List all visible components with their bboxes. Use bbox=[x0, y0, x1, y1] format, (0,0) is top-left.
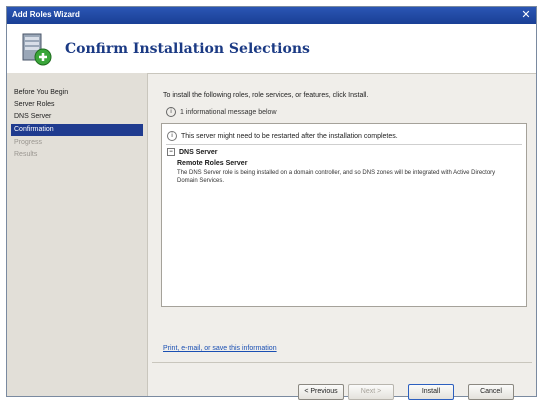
close-button[interactable]: ✕ bbox=[519, 8, 533, 22]
window-title: Add Roles Wizard bbox=[12, 10, 80, 19]
wizard-step-list: Before You Begin Server Roles DNS Server… bbox=[7, 73, 148, 396]
feature-description: The DNS Server role is being installed o… bbox=[177, 170, 496, 184]
role-title-text: DNS Server bbox=[179, 148, 218, 156]
wizard-header: Confirm Installation Selections bbox=[7, 24, 536, 74]
selection-summary-box[interactable]: i This server might need to be restarted … bbox=[161, 123, 527, 307]
install-button[interactable]: Install bbox=[408, 384, 454, 400]
cancel-button[interactable]: Cancel bbox=[468, 384, 514, 400]
intro-text: To install the following roles, role ser… bbox=[163, 92, 369, 99]
step-progress: Progress bbox=[14, 139, 43, 146]
feature-name: Remote Roles Server bbox=[177, 160, 248, 167]
step-dns-server[interactable]: DNS Server bbox=[11, 111, 143, 123]
previous-button[interactable]: < Previous bbox=[298, 384, 344, 400]
page-title: Confirm Installation Selections bbox=[65, 41, 310, 57]
step-before-you-begin[interactable]: Before You Begin bbox=[11, 87, 143, 99]
step-results: Results bbox=[14, 151, 38, 158]
info-message-text: 1 informational message below bbox=[180, 108, 277, 116]
info-icon: i bbox=[166, 107, 176, 117]
footer-divider bbox=[152, 362, 532, 363]
title-bar[interactable]: Add Roles Wizard ✕ bbox=[7, 7, 536, 24]
server-add-role-icon bbox=[22, 33, 52, 66]
restart-notice-text: This server might need to be restarted a… bbox=[181, 132, 398, 140]
step-server-roles[interactable]: Server Roles bbox=[11, 99, 143, 111]
divider bbox=[166, 144, 522, 145]
print-email-save-link[interactable]: Print, e-mail, or save this information bbox=[163, 345, 277, 352]
wizard-window: Add Roles Wizard ✕ Confirm Installation … bbox=[6, 6, 537, 400]
info-icon: i bbox=[167, 131, 177, 141]
role-heading: − DNS Server bbox=[167, 148, 218, 156]
step-confirmation[interactable]: Confirmation bbox=[11, 124, 143, 136]
collapse-icon[interactable]: − bbox=[167, 148, 175, 156]
restart-notice: i This server might need to be restarted … bbox=[167, 131, 398, 141]
wizard-content: To install the following roles, role ser… bbox=[148, 73, 536, 400]
info-message-line: i 1 informational message below bbox=[166, 107, 277, 117]
next-button: Next > bbox=[348, 384, 394, 400]
